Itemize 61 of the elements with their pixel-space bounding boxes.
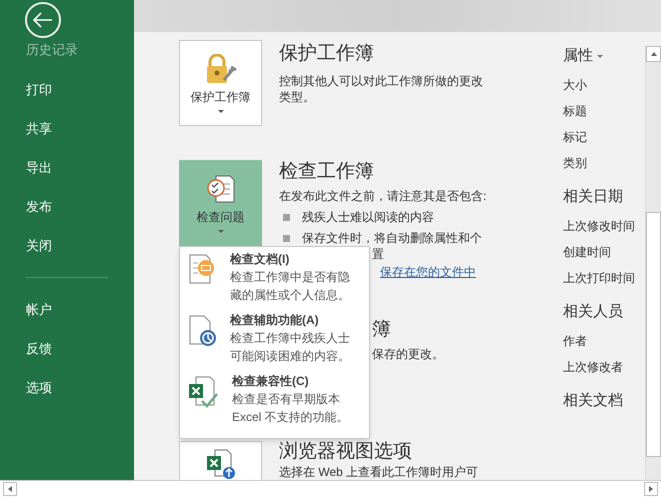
property-label: 标题 [563, 103, 588, 119]
menu-item-title: 检查辅助功能(A) [230, 312, 320, 328]
property-label: 类别 [563, 155, 588, 171]
scrollbar-thumb[interactable] [646, 212, 661, 457]
property-label: 标记 [563, 129, 588, 145]
caret-icon [218, 110, 224, 112]
back-arrow-icon [33, 12, 53, 28]
caret-icon [218, 230, 224, 232]
menu-item-description: 检查是否有早期版本Excel 不支持的功能。 [232, 391, 350, 426]
sidebar-item[interactable]: 共享 [0, 109, 134, 148]
menu-item-description: 检查工作簿中残疾人士可能阅读困难的内容。 [230, 330, 351, 365]
browser-view-button[interactable] [179, 441, 262, 481]
sidebar-item[interactable]: 反馈 [26, 329, 108, 368]
checklist-document-icon [206, 174, 236, 204]
section-title: 保护工作簿 [279, 42, 375, 66]
menu-item-title: 检查兼容性(C) [232, 373, 310, 389]
property-label: 上次修改者 [563, 359, 624, 375]
properties-heading[interactable]: 属性 [563, 45, 593, 67]
property-label: 上次修改时间 [563, 218, 636, 234]
bullet-icon [283, 214, 290, 220]
menu-item[interactable]: 检查辅助功能(A) 检查工作簿中残疾人士可能阅读困难的内容。 [180, 312, 369, 373]
sidebar-item[interactable]: 选项 [26, 368, 108, 407]
menu-item[interactable]: 检查文档(I) 检查工作簿中是否有隐藏的属性或个人信息。 [180, 251, 369, 312]
bullet-text: 保存文件时，将自动删除属性和个 [302, 230, 482, 246]
spreadsheet-check-icon [188, 375, 220, 409]
protect-workbook-button[interactable]: 保护工作簿 [179, 40, 262, 126]
section-title: 浏览器视图选项 [279, 441, 413, 463]
section-description: 保存的更改。 [372, 346, 444, 362]
sidebar-item[interactable]: 打印 [0, 70, 134, 109]
sidebar-item[interactable]: 关闭 [0, 226, 134, 265]
sidebar-item[interactable]: 发布 [0, 187, 134, 226]
inspect-issues-button[interactable]: 检查问题 [179, 160, 262, 246]
bullet-icon [283, 234, 290, 242]
menu-item[interactable]: 检查兼容性(C) 检查是否有早期版本Excel 不支持的功能。 [180, 373, 369, 434]
section-description: 在发布此文件之前，请注意其是否包含: [279, 188, 488, 204]
scroll-left-icon[interactable] [3, 482, 17, 496]
spreadsheet-upload-icon [204, 448, 236, 480]
properties-heading: 相关文档 [563, 391, 623, 411]
section-description: 选择在 Web 上查看此工作簿时用户可 [279, 464, 478, 480]
sidebar-item[interactable]: 帐户 [26, 290, 108, 329]
info-link[interactable]: 保存在您的文件中 [380, 264, 476, 280]
bullet-text: 残疾人士难以阅读的内容 [302, 209, 434, 225]
scroll-right-icon[interactable] [644, 482, 658, 496]
section-description: 控制其他人可以对此工作簿所做的更改类型。 [279, 73, 484, 105]
section-title: 簿 [372, 318, 391, 342]
back-button[interactable] [25, 2, 61, 38]
menu-item-description: 检查工作簿中是否有隐藏的属性或个人信息。 [230, 269, 351, 304]
caret-icon[interactable] [597, 54, 603, 58]
property-label: 作者 [563, 333, 588, 349]
scroll-up-icon[interactable] [646, 46, 661, 62]
bullet-text: 置 [372, 246, 384, 262]
properties-heading: 相关人员 [563, 302, 623, 322]
vertical-scrollbar[interactable] [645, 46, 661, 480]
section-title: 检查工作簿 [279, 160, 375, 184]
sidebar-item[interactable]: 导出 [0, 148, 134, 187]
property-label: 创建时间 [563, 244, 612, 260]
properties-heading: 相关日期 [563, 187, 623, 207]
property-label: 上次打印时间 [563, 270, 636, 286]
property-label: 大小 [563, 77, 588, 93]
horizontal-scrollbar[interactable] [0, 480, 661, 497]
menu-item-title: 检查文档(I) [230, 251, 290, 267]
